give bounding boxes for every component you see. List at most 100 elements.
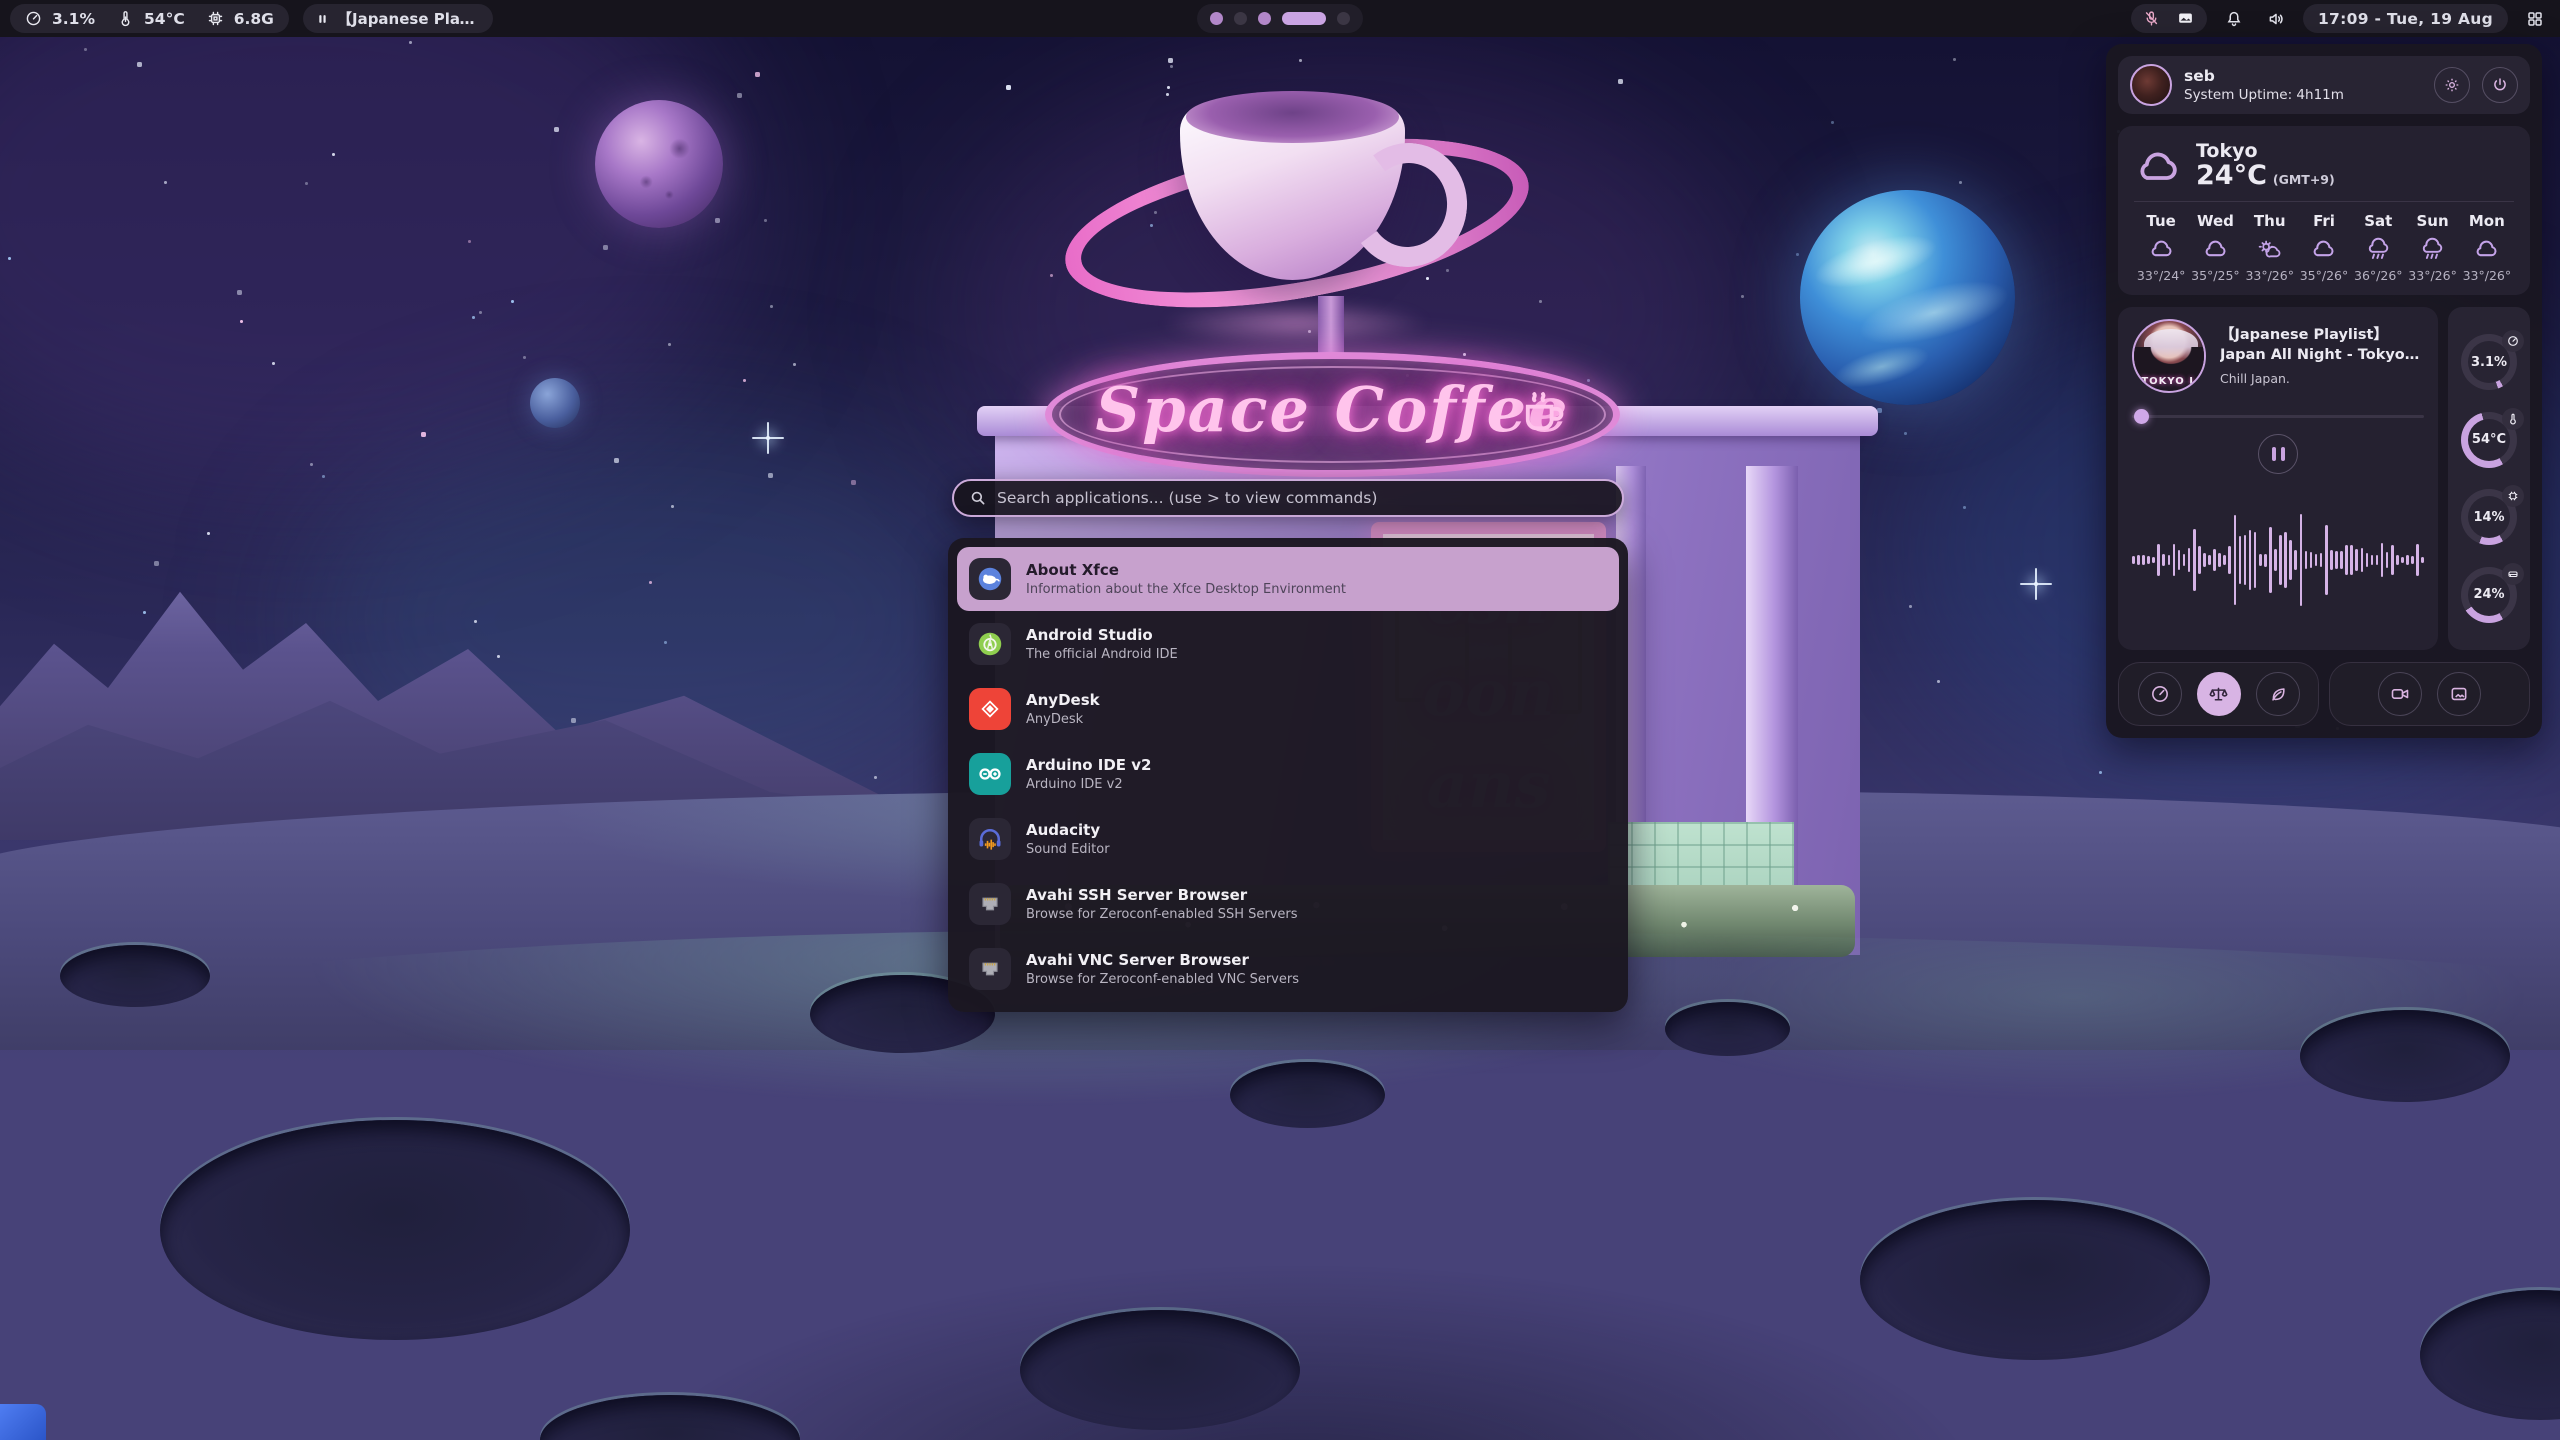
app-item-desc: Information about the Xfce Desktop Envir…: [1026, 582, 1346, 597]
app-item-android-studio[interactable]: Android Studio The official Android IDE: [957, 612, 1619, 676]
workspace-dot[interactable]: [1258, 12, 1271, 25]
thermometer-icon: [117, 10, 134, 27]
divider: [2134, 201, 2514, 202]
seek-thumb[interactable]: [2134, 409, 2149, 424]
forecast-day: Sat: [2351, 212, 2405, 230]
screen-record-button[interactable]: [2378, 672, 2422, 716]
cloud-icon: [2460, 237, 2514, 261]
forecast-day: Tue: [2134, 212, 2188, 230]
app-item-title: Avahi VNC Server Browser: [1026, 951, 1299, 969]
profile-powersave-button[interactable]: [2256, 672, 2300, 716]
mic-muted-icon[interactable]: [2143, 10, 2160, 27]
settings-button[interactable]: [2434, 67, 2470, 103]
workspace-dot[interactable]: [1234, 12, 1247, 25]
coffee-cup-icon: [1517, 385, 1569, 437]
purple-planet: [595, 100, 723, 228]
speaker-icon: [2267, 10, 2285, 28]
weather-city: Tokyo: [2196, 140, 2335, 162]
workspace-dot[interactable]: [1337, 12, 1350, 25]
video-camera-icon: [2390, 684, 2410, 704]
forecast-day: Wed: [2188, 212, 2242, 230]
clock-pill[interactable]: 17:09 - Tue, 19 Aug: [2303, 4, 2508, 33]
album-art-label: TOKYO L: [2134, 376, 2204, 387]
capture-group: [2329, 662, 2530, 726]
neon-sign: Space Coffee: [1045, 352, 1620, 477]
screenshot-button[interactable]: [2437, 672, 2481, 716]
forecast-day: Mon: [2460, 212, 2514, 230]
app-results-list: About Xfce Information about the Xfce De…: [948, 538, 1628, 1012]
cpu-usage-value: 3.1%: [52, 10, 95, 28]
anydesk-app-icon: [969, 688, 1011, 730]
leaf-icon: [2268, 684, 2288, 704]
rain-cloud-icon: [2405, 237, 2459, 261]
speedometer-icon: [2150, 684, 2170, 704]
memory-chip-icon: [207, 10, 224, 27]
seek-bar[interactable]: [2132, 409, 2424, 424]
system-stats-pill[interactable]: 3.1% 54°C 6.8G: [10, 4, 289, 33]
app-item-title: About Xfce: [1026, 561, 1346, 579]
track-title: 【Japanese Playlist】 Japan All Night - To…: [2220, 326, 2424, 365]
app-grid-button[interactable]: [2520, 4, 2550, 34]
gear-icon: [2443, 76, 2461, 94]
small-moon: [530, 378, 580, 428]
app-item-avahi-ssh[interactable]: Avahi SSH Server Browser Browse for Zero…: [957, 872, 1619, 936]
play-pause-button[interactable]: [2258, 434, 2298, 474]
cpu-gauge-icon: [2502, 330, 2524, 352]
app-item-about-xfce[interactable]: About Xfce Information about the Xfce De…: [957, 547, 1619, 611]
app-item-avahi-vnc[interactable]: Avahi VNC Server Browser Browse for Zero…: [957, 937, 1619, 1001]
grid-icon: [2526, 10, 2544, 28]
forecast-day: Sun: [2405, 212, 2459, 230]
memory-chip-icon: [2502, 485, 2524, 507]
workspace-dot-active[interactable]: [1282, 12, 1326, 25]
cloud-icon: [2134, 237, 2188, 261]
temperature-gauge: 54°C: [2461, 412, 2517, 468]
disk-icon: [2502, 563, 2524, 585]
profile-performance-button[interactable]: [2138, 672, 2182, 716]
forecast-temps: 36°/26°: [2351, 268, 2405, 283]
app-item-arduino[interactable]: Arduino IDE v2 Arduino IDE v2: [957, 742, 1619, 806]
network-port-icon: [969, 948, 1011, 990]
audacity-app-icon: [969, 818, 1011, 860]
forecast-day: Thu: [2243, 212, 2297, 230]
wallpaper-icon[interactable]: [2176, 10, 2195, 27]
app-item-title: AnyDesk: [1026, 691, 1100, 709]
network-port-icon: [969, 883, 1011, 925]
app-item-audacity[interactable]: Audacity Sound Editor: [957, 807, 1619, 871]
album-art: TOKYO L: [2132, 319, 2206, 393]
app-item-desc: The official Android IDE: [1026, 647, 1178, 662]
earth-planet: [1800, 190, 2015, 405]
crater: [1665, 1002, 1790, 1056]
search-input[interactable]: [997, 489, 1607, 507]
weather-temp: 24°C: [2196, 162, 2267, 189]
crater: [1230, 1062, 1385, 1128]
workspace-dot[interactable]: [1210, 12, 1223, 25]
notifications-bell-button[interactable]: [2219, 4, 2249, 34]
cloud-icon: [2297, 237, 2351, 261]
disk-usage-gauge: 24%: [2461, 567, 2517, 623]
crater: [1860, 1200, 2210, 1360]
power-icon: [2491, 76, 2509, 94]
clock: 17:09 - Tue, 19 Aug: [2318, 10, 2493, 28]
xfce-app-icon: [969, 558, 1011, 600]
profile-balanced-button[interactable]: [2197, 672, 2241, 716]
app-item-desc: Browse for Zeroconf-enabled SSH Servers: [1026, 907, 1298, 922]
cpu-usage-gauge: 3.1%: [2461, 334, 2517, 390]
power-button[interactable]: [2482, 67, 2518, 103]
forecast-temps: 33°/26°: [2405, 268, 2459, 283]
now-playing-pill[interactable]: 【Japanese Playlist】 J...: [303, 4, 493, 33]
weather-card: Tokyo 24°C (GMT+9) Tue Wed Thu Fri Sat S…: [2118, 126, 2530, 295]
app-item-desc: Arduino IDE v2: [1026, 777, 1152, 792]
app-item-anydesk[interactable]: AnyDesk AnyDesk: [957, 677, 1619, 741]
tray-pill: [2131, 4, 2207, 33]
power-profile-group: [2118, 662, 2319, 726]
track-artist: Chill Japan.: [2220, 371, 2424, 386]
audio-visualizer: [2132, 482, 2424, 638]
app-item-title: Audacity: [1026, 821, 1110, 839]
volume-button[interactable]: [2261, 4, 2291, 34]
thermometer-icon: [2502, 408, 2524, 430]
app-search-bar: [952, 479, 1624, 517]
pause-icon: [318, 12, 327, 26]
android-studio-app-icon: [969, 623, 1011, 665]
app-item-desc: Browse for Zeroconf-enabled VNC Servers: [1026, 972, 1299, 987]
app-item-desc: Sound Editor: [1026, 842, 1110, 857]
